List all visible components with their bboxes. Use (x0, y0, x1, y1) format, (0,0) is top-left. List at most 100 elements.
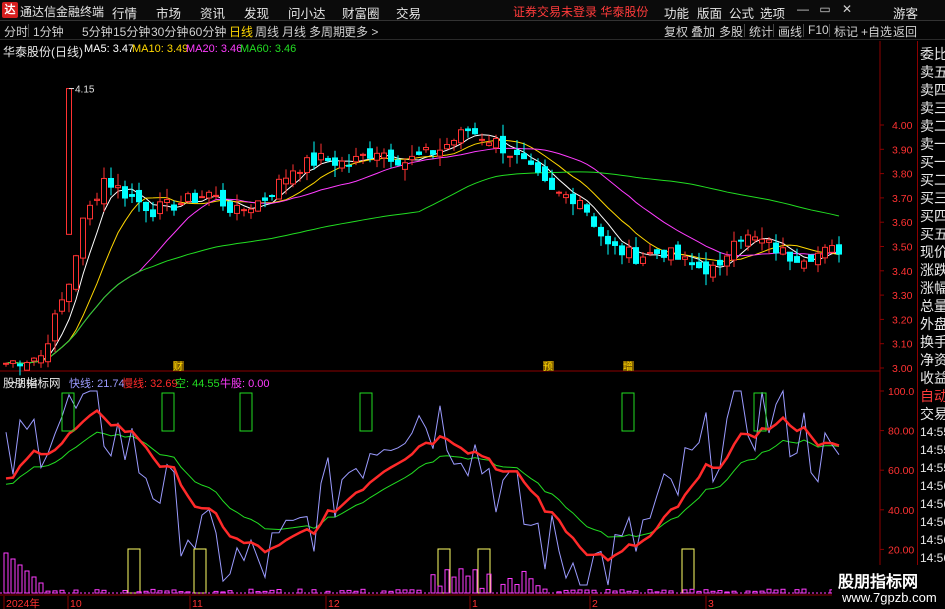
tongji-button[interactable]: 统计 (749, 23, 773, 40)
rp-volume[interactable]: 总量 (920, 297, 945, 315)
menu-jiaoyi[interactable]: 交易 (396, 3, 421, 22)
candle-body (654, 249, 660, 254)
candle-body (500, 135, 506, 154)
candle-body (514, 149, 520, 156)
menu-zixun[interactable]: 资讯 (200, 3, 225, 22)
guest-label[interactable]: 游客 (893, 3, 918, 22)
diejia-button[interactable]: 叠加 (691, 23, 715, 40)
kline-chart[interactable]: 4.00 3.90 3.80 3.70 3.60 3.50 3.40 3.30 3.20 3.10… (0, 41, 917, 609)
rp-weibi[interactable]: 委比 (920, 45, 945, 63)
bull-bar (31, 576, 37, 594)
rp-buy4[interactable]: 买四 (920, 207, 945, 225)
signal-box (239, 392, 253, 432)
rp-buy1[interactable]: 买一 (920, 153, 945, 171)
rp-earnings[interactable]: 收益 (920, 369, 945, 387)
menu-hangqing[interactable]: 行情 (112, 3, 137, 22)
candle-body (171, 204, 177, 211)
maximize-icon[interactable]: ▭ (818, 2, 832, 16)
menu-wenxiaoda[interactable]: 问小达 (288, 3, 326, 22)
rp-buy2[interactable]: 买二 (920, 171, 945, 189)
candle-body (556, 191, 562, 194)
rp-turnover[interactable]: 换手 (920, 333, 945, 351)
candle-body (332, 157, 338, 166)
candle-body (409, 155, 415, 161)
indicator-axis: 100.0 80.00 60.00 40.00 20.00 (880, 386, 914, 556)
candle-body (360, 153, 366, 156)
period-more[interactable]: 更多 > (344, 23, 378, 40)
menu-shichang[interactable]: 市场 (156, 3, 181, 22)
candle-body (493, 137, 499, 149)
candle-body (780, 247, 786, 255)
period-60min[interactable]: 60分钟 (189, 23, 226, 40)
candle-body (668, 247, 674, 261)
menu-gongneng[interactable]: 功能 (664, 3, 689, 22)
indicator-tick-label: 20.00 (888, 544, 914, 556)
close-icon[interactable]: ✕ (840, 2, 854, 16)
f10-button[interactable]: F10 (808, 23, 829, 37)
event-marker-label: 财 (173, 360, 183, 373)
price-tick-label: 3.60 (892, 217, 913, 229)
period-weekly[interactable]: 周线 (255, 23, 279, 40)
candle-body (353, 155, 359, 163)
rp-net-asset[interactable]: 净资 (920, 351, 945, 369)
duogu-button[interactable]: 多股 (719, 23, 743, 40)
candle-body (402, 162, 408, 170)
back-button[interactable]: 返回 (893, 23, 917, 40)
candle-body (73, 255, 79, 290)
period-15min[interactable]: 15分钟 (113, 23, 150, 40)
candle-body (157, 201, 163, 215)
candle-body (598, 226, 604, 237)
rp-trade[interactable]: 交易 (920, 405, 945, 423)
fuquan-button[interactable]: 复权 (664, 23, 688, 40)
rp-change-pct[interactable]: 涨幅 (920, 279, 945, 297)
rp-sell4[interactable]: 卖四 (920, 81, 945, 99)
time-tick-label: 3 (708, 598, 714, 609)
period-1min[interactable]: 1分钟 (33, 23, 64, 40)
menu-faxian[interactable]: 发现 (244, 3, 269, 22)
rp-auto[interactable]: 自动 (920, 387, 945, 405)
candle-body (563, 194, 569, 199)
rp-sell3[interactable]: 卖三 (920, 99, 945, 117)
signal-box (477, 548, 491, 594)
biaoji-button[interactable]: 标记 (834, 23, 858, 40)
rp-buy3[interactable]: 买三 (920, 189, 945, 207)
candlesticks: 4.152.94 (3, 85, 842, 390)
candle-body (465, 128, 471, 132)
period-5min[interactable]: 5分钟 (82, 23, 113, 40)
menu-caifuquan[interactable]: 财富圈 (342, 3, 380, 22)
price-tick-label: 3.90 (892, 144, 913, 156)
time-tick-label: 12 (328, 598, 340, 609)
candle-body (150, 209, 156, 218)
candle-body (416, 151, 422, 155)
candle-body (206, 191, 212, 199)
add-watchlist-button[interactable]: +自选 (861, 23, 892, 40)
minimize-icon[interactable]: — (796, 2, 810, 16)
period-fenshi[interactable]: 分时 (4, 23, 28, 40)
indicator-tick-label: 100.0 (888, 386, 914, 398)
rp-sell2[interactable]: 卖二 (920, 117, 945, 135)
rp-outer[interactable]: 外盘 (920, 315, 945, 333)
rp-change[interactable]: 涨跌 (920, 261, 945, 279)
rp-buy5[interactable]: 买五 (920, 225, 945, 243)
rp-sell1[interactable]: 卖一 (920, 135, 945, 153)
rp-time-3: 14:55 (920, 461, 945, 475)
menu-xuanxiang[interactable]: 选项 (760, 3, 785, 22)
candle-body (612, 241, 618, 246)
candle-body (731, 240, 737, 261)
rp-sell5[interactable]: 卖五 (920, 63, 945, 81)
price-tick-label: 3.80 (892, 169, 913, 181)
huaxian-button[interactable]: 画线 (778, 23, 802, 40)
candle-body (276, 178, 282, 200)
period-daily[interactable]: 日线 (229, 23, 253, 40)
menu-gongshi[interactable]: 公式 (729, 3, 754, 22)
rp-price[interactable]: 现价 (920, 243, 945, 261)
period-monthly[interactable]: 月线 (282, 23, 306, 40)
candle-body (185, 193, 191, 202)
period-30min[interactable]: 30分钟 (151, 23, 188, 40)
bull-bar (360, 588, 366, 594)
login-notice[interactable]: 证券交易未登录 华泰股份 (513, 3, 648, 20)
menu-banmian[interactable]: 版面 (697, 3, 722, 22)
bull-bar (605, 589, 611, 594)
bull-stock-label: 牛股: 0.00 (220, 378, 270, 390)
period-multi[interactable]: 多周期 (309, 23, 345, 40)
